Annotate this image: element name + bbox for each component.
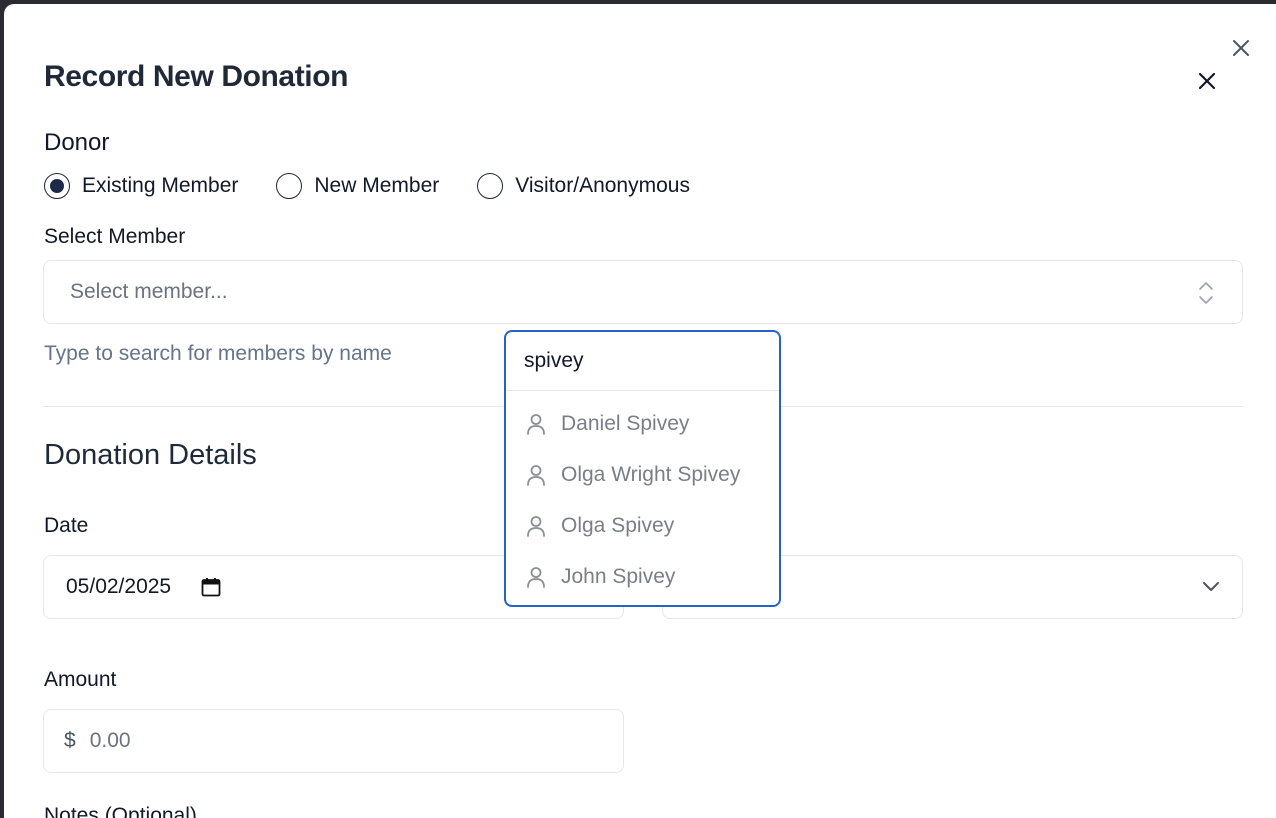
- chevron-up-down-icon: [1198, 280, 1214, 312]
- member-select-helper-text: Type to search for members by name: [44, 342, 392, 365]
- user-icon: [526, 515, 546, 537]
- radio-new-member[interactable]: New Member: [276, 173, 439, 199]
- member-option[interactable]: Daniel Spivey: [506, 398, 779, 449]
- calendar-icon[interactable]: [201, 577, 221, 597]
- member-search-dropdown: spivey Daniel Spivey Olga Wright Spivey …: [504, 330, 781, 607]
- record-donation-modal: Record New Donation Donor Existing Membe…: [4, 4, 1276, 818]
- notes-label: Notes (Optional): [44, 804, 197, 818]
- close-icon: [1198, 72, 1216, 90]
- radio-circle[interactable]: [477, 173, 504, 199]
- member-option-label: Daniel Spivey: [561, 411, 690, 435]
- outer-close-icon[interactable]: [1228, 35, 1254, 61]
- user-icon: [526, 413, 546, 435]
- member-option[interactable]: Olga Wright Spivey: [506, 449, 779, 500]
- amount-label: Amount: [44, 668, 117, 691]
- select-member-label: Select Member: [44, 225, 186, 248]
- radio-label: Visitor/Anonymous: [515, 174, 690, 197]
- user-icon: [526, 566, 546, 588]
- radio-label: Existing Member: [82, 174, 239, 197]
- date-value: 05/02/2025: [66, 575, 172, 598]
- member-select[interactable]: Select member...: [43, 260, 1243, 324]
- donor-label: Donor: [44, 129, 110, 156]
- member-option-label: Olga Spivey: [561, 513, 675, 537]
- member-select-placeholder: Select member...: [70, 280, 228, 303]
- page-title: Record New Donation: [44, 60, 349, 93]
- donation-details-title: Donation Details: [44, 439, 257, 471]
- amount-placeholder: 0.00: [89, 729, 131, 752]
- user-icon: [526, 464, 546, 486]
- modal-close-button[interactable]: [1193, 67, 1221, 95]
- member-option[interactable]: John Spivey: [506, 551, 779, 602]
- member-option-label: Olga Wright Spivey: [561, 462, 741, 486]
- chevron-down-icon: [1202, 577, 1220, 602]
- amount-input[interactable]: $ 0.00: [43, 709, 624, 773]
- date-label: Date: [44, 514, 89, 537]
- member-option-label: John Spivey: [561, 564, 676, 588]
- currency-symbol: $: [64, 729, 76, 752]
- radio-selected-dot: [50, 179, 64, 193]
- radio-visitor-anonymous[interactable]: Visitor/Anonymous: [477, 173, 690, 199]
- radio-existing-member[interactable]: Existing Member: [44, 173, 238, 199]
- member-search-input[interactable]: spivey: [506, 332, 779, 391]
- donor-type-radio-group: Existing Member New Member Visitor/Anony…: [44, 173, 728, 199]
- member-option[interactable]: Olga Spivey: [506, 500, 779, 551]
- radio-label: New Member: [314, 174, 440, 197]
- radio-circle[interactable]: [44, 173, 70, 199]
- radio-circle[interactable]: [276, 173, 303, 199]
- member-results-list: Daniel Spivey Olga Wright Spivey Olga Sp…: [506, 391, 779, 602]
